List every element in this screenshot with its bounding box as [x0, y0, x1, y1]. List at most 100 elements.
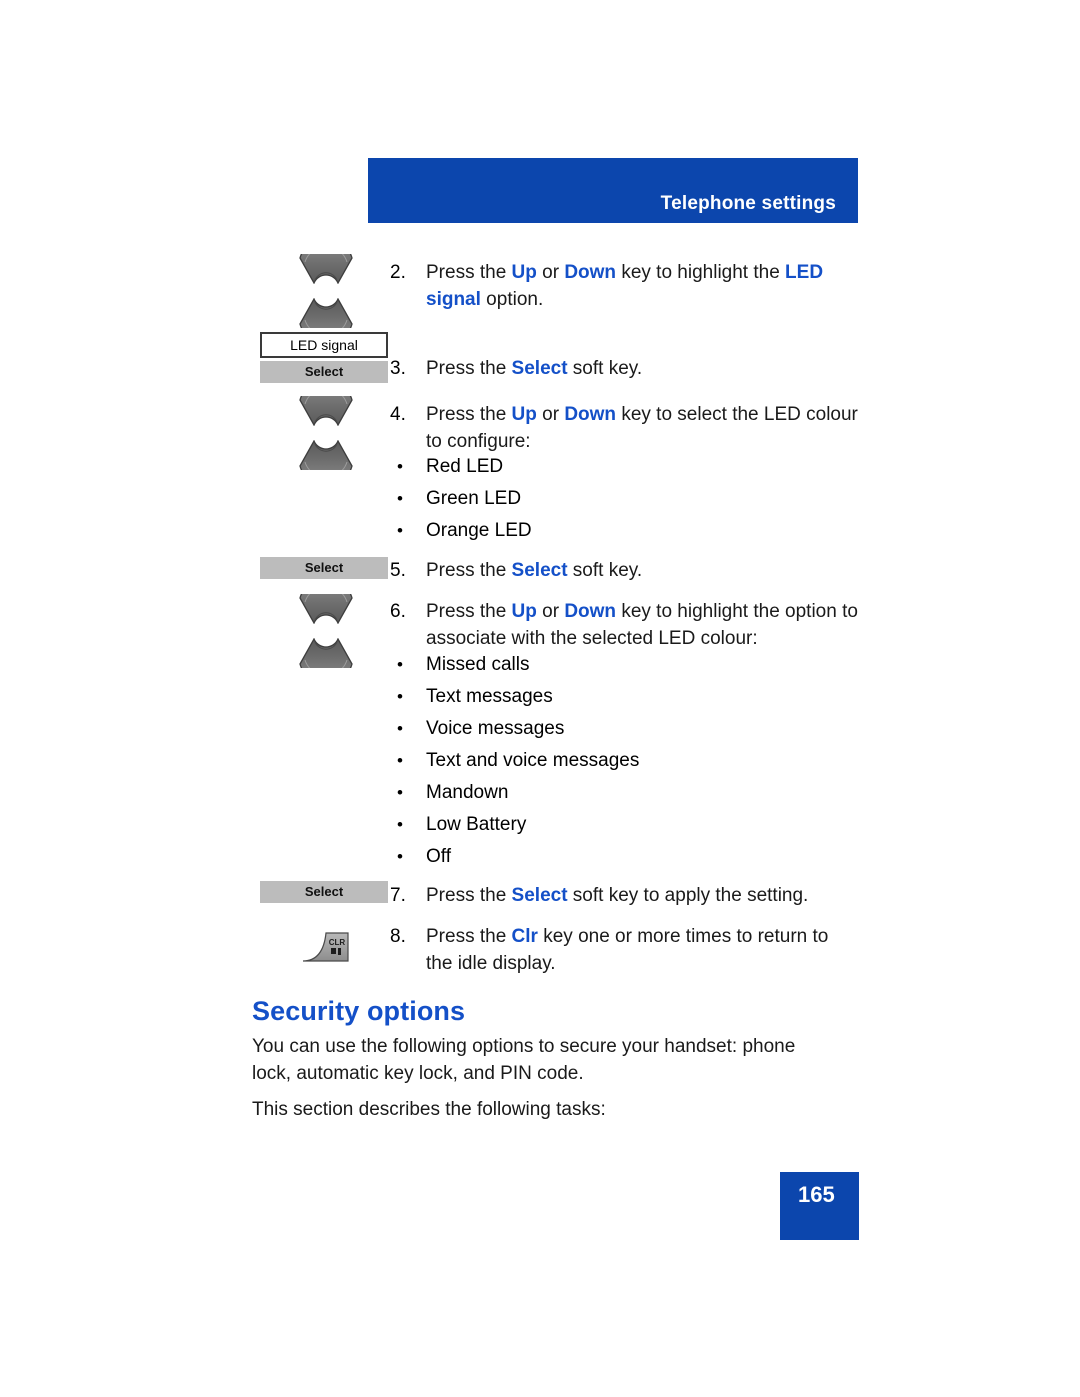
list-item: • Missed calls: [390, 651, 860, 678]
step-item-7: 7. Press the Select soft key to apply th…: [390, 882, 860, 909]
step-item-2: 2. Press the Up or Down key to highlight…: [390, 259, 860, 313]
nav-key-group-step4: [298, 396, 356, 470]
list-item-label: Text and voice messages: [426, 750, 640, 771]
step-number: 8.: [390, 926, 406, 947]
up-nav-key-icon[interactable]: [298, 594, 354, 624]
bullet-marker: •: [397, 687, 403, 706]
bullet-marker: •: [397, 719, 403, 738]
list-item: • Mandown: [390, 779, 860, 806]
keyword-emphasis: Down: [564, 404, 617, 425]
up-nav-key-icon[interactable]: [298, 254, 354, 284]
list-item: • Green LED: [390, 485, 860, 512]
keyword-emphasis: Up: [511, 262, 537, 283]
display-label: LED signal: [290, 337, 358, 353]
text-run: soft key to apply the setting.: [567, 885, 809, 906]
list-item: • Low Battery: [390, 811, 860, 838]
handset-display-led-signal: LED signal: [260, 332, 388, 358]
section-paragraph-1: You can use the following options to sec…: [252, 1036, 796, 1084]
softkey-select-step7[interactable]: Select: [260, 881, 388, 903]
bullet-marker: •: [397, 847, 403, 866]
keyword-emphasis: Down: [564, 601, 617, 622]
keyword-emphasis: Select: [511, 885, 568, 906]
clr-key-icon[interactable]: CLR: [300, 928, 352, 966]
step-item-4: 4. Press the Up or Down key to select th…: [390, 401, 860, 455]
text-run: Press the: [426, 885, 512, 906]
text-run: soft key.: [567, 358, 643, 379]
svg-text:CLR: CLR: [329, 938, 346, 947]
page-number: 165: [798, 1182, 835, 1207]
softkey-label: Select: [304, 884, 344, 899]
bullet-marker: •: [397, 521, 403, 540]
step-text: Press the Clr key one or more times to r…: [426, 923, 860, 977]
keyword-emphasis: Up: [511, 601, 537, 622]
list-item-label: Low Battery: [426, 814, 527, 835]
step-text: Press the Up or Down key to highlight th…: [426, 259, 860, 313]
text-run: Press the: [426, 601, 512, 622]
list-item: • Red LED: [390, 453, 860, 480]
softkey-select-step3[interactable]: Select: [260, 361, 388, 383]
list-item-label: Text messages: [426, 686, 553, 707]
up-nav-key-icon[interactable]: [298, 396, 354, 426]
keyword-emphasis: Clr: [511, 926, 538, 947]
down-nav-key-icon[interactable]: [298, 440, 354, 470]
text-run: Press the: [426, 262, 512, 283]
nav-key-group-step6: [298, 594, 356, 668]
step-number: 2.: [390, 262, 406, 283]
step-number: 6.: [390, 601, 406, 622]
text-run: Press the: [426, 404, 512, 425]
step-text: Press the Select soft key to apply the s…: [426, 882, 860, 909]
step-number: 5.: [390, 560, 406, 581]
list-item-label: Green LED: [426, 488, 522, 509]
text-run: Press the: [426, 926, 512, 947]
step-number: 7.: [390, 885, 406, 906]
step-text: Press the Up or Down key to select the L…: [426, 401, 860, 455]
text-run: option.: [480, 289, 544, 310]
down-nav-key-icon[interactable]: [298, 298, 354, 328]
list-item: • Text and voice messages: [390, 747, 860, 774]
text-run: key to highlight the: [616, 262, 786, 283]
step-item-8: 8. Press the Clr key one or more times t…: [390, 923, 860, 977]
list-item-label: Orange LED: [426, 520, 532, 541]
keyword-emphasis: Select: [511, 560, 568, 581]
bullet-marker: •: [397, 457, 403, 476]
step-text: Press the Select soft key.: [426, 355, 860, 382]
text-run: or: [536, 262, 565, 283]
nav-key-group-step2: [298, 254, 356, 328]
step-item-5: 5. Press the Select soft key.: [390, 557, 860, 584]
step-item-6: 6. Press the Up or Down key to highlight…: [390, 598, 860, 652]
section-heading-security-options: Security options: [252, 996, 466, 1026]
keyword-emphasis: Down: [564, 262, 617, 283]
text-run: soft key.: [567, 560, 643, 581]
page-header-banner: Telephone settings: [368, 158, 858, 223]
step-text: Press the Up or Down key to highlight th…: [426, 598, 860, 652]
text-run: Press the: [426, 358, 512, 379]
softkey-select-step5[interactable]: Select: [260, 557, 388, 579]
bullet-marker: •: [397, 783, 403, 802]
list-item-label: Red LED: [426, 456, 504, 477]
list-item-label: Voice messages: [426, 718, 565, 739]
list-item-label: Missed calls: [426, 654, 530, 675]
section-paragraph-2: This section describes the following tas…: [252, 1099, 606, 1120]
list-item-label: Mandown: [426, 782, 509, 803]
list-item: • Voice messages: [390, 715, 860, 742]
bullet-marker: •: [397, 751, 403, 770]
page-header-title: Telephone settings: [660, 193, 836, 214]
bullet-marker: •: [397, 815, 403, 834]
list-item: • Off: [390, 843, 860, 870]
keyword-emphasis: Select: [511, 358, 568, 379]
step-text: Press the Select soft key.: [426, 557, 860, 584]
softkey-label: Select: [304, 560, 344, 575]
keyword-emphasis: Up: [511, 404, 537, 425]
page-number-box: 165: [780, 1172, 859, 1240]
bullet-marker: •: [397, 489, 403, 508]
bullet-marker: •: [397, 655, 403, 674]
text-run: or: [536, 404, 565, 425]
text-run: or: [536, 601, 565, 622]
list-item: • Text messages: [390, 683, 860, 710]
step-item-3: 3. Press the Select soft key.: [390, 355, 860, 382]
step-number: 3.: [390, 358, 406, 379]
down-nav-key-icon[interactable]: [298, 638, 354, 668]
step-number: 4.: [390, 404, 406, 425]
list-item-label: Off: [426, 846, 451, 867]
text-run: Press the: [426, 560, 512, 581]
